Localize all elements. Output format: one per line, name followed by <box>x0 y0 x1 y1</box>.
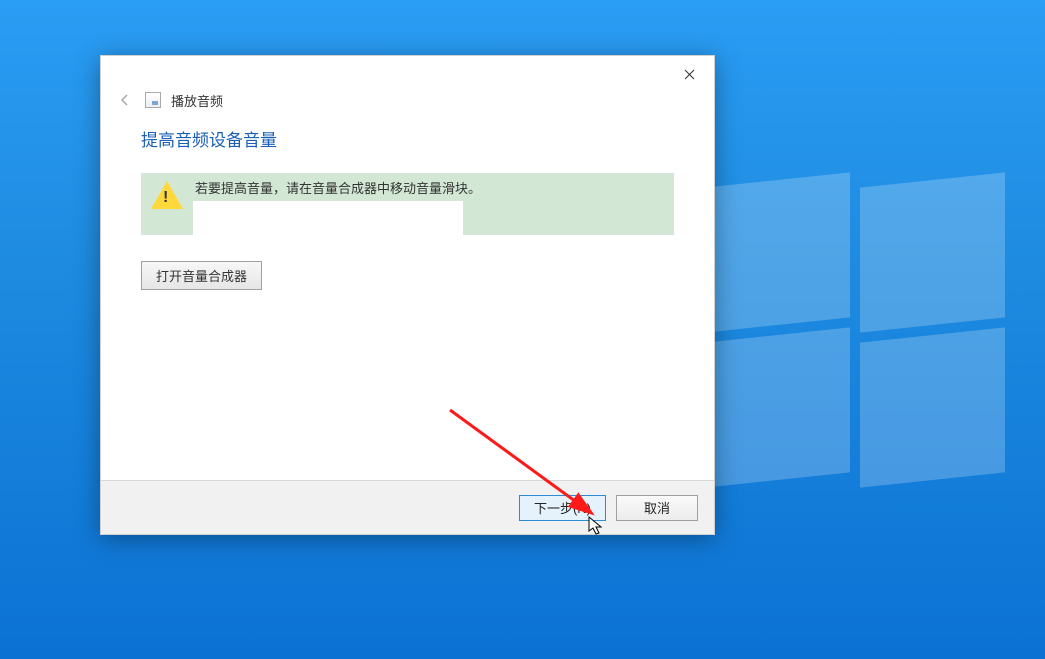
troubleshooter-dialog: 播放音频 提高音频设备音量 若要提高音量，请在音量合成器中移动音量滑块。 打开音… <box>100 55 715 535</box>
troubleshooter-icon <box>145 92 161 108</box>
back-button[interactable] <box>115 90 135 110</box>
windows-logo-icon <box>705 180 1005 480</box>
breadcrumb: 播放音频 <box>101 90 714 120</box>
notice-panel: 若要提高音量，请在音量合成器中移动音量滑块。 <box>141 173 674 235</box>
close-icon <box>684 69 695 80</box>
cancel-button[interactable]: 取消 <box>616 495 698 521</box>
warning-icon <box>151 181 183 209</box>
close-button[interactable] <box>674 62 704 86</box>
redaction-block <box>193 201 463 235</box>
open-volume-mixer-button[interactable]: 打开音量合成器 <box>141 261 262 290</box>
arrow-left-icon <box>118 93 132 107</box>
dialog-body: 提高音频设备音量 若要提高音量，请在音量合成器中移动音量滑块。 打开音量合成器 <box>101 120 714 480</box>
notice-text: 若要提高音量，请在音量合成器中移动音量滑块。 <box>195 179 481 200</box>
dialog-footer: 下一步(N) 取消 <box>101 480 714 534</box>
next-button[interactable]: 下一步(N) <box>519 495 606 521</box>
page-title: 提高音频设备音量 <box>141 126 674 151</box>
title-bar <box>101 56 714 90</box>
breadcrumb-title: 播放音频 <box>171 91 223 110</box>
